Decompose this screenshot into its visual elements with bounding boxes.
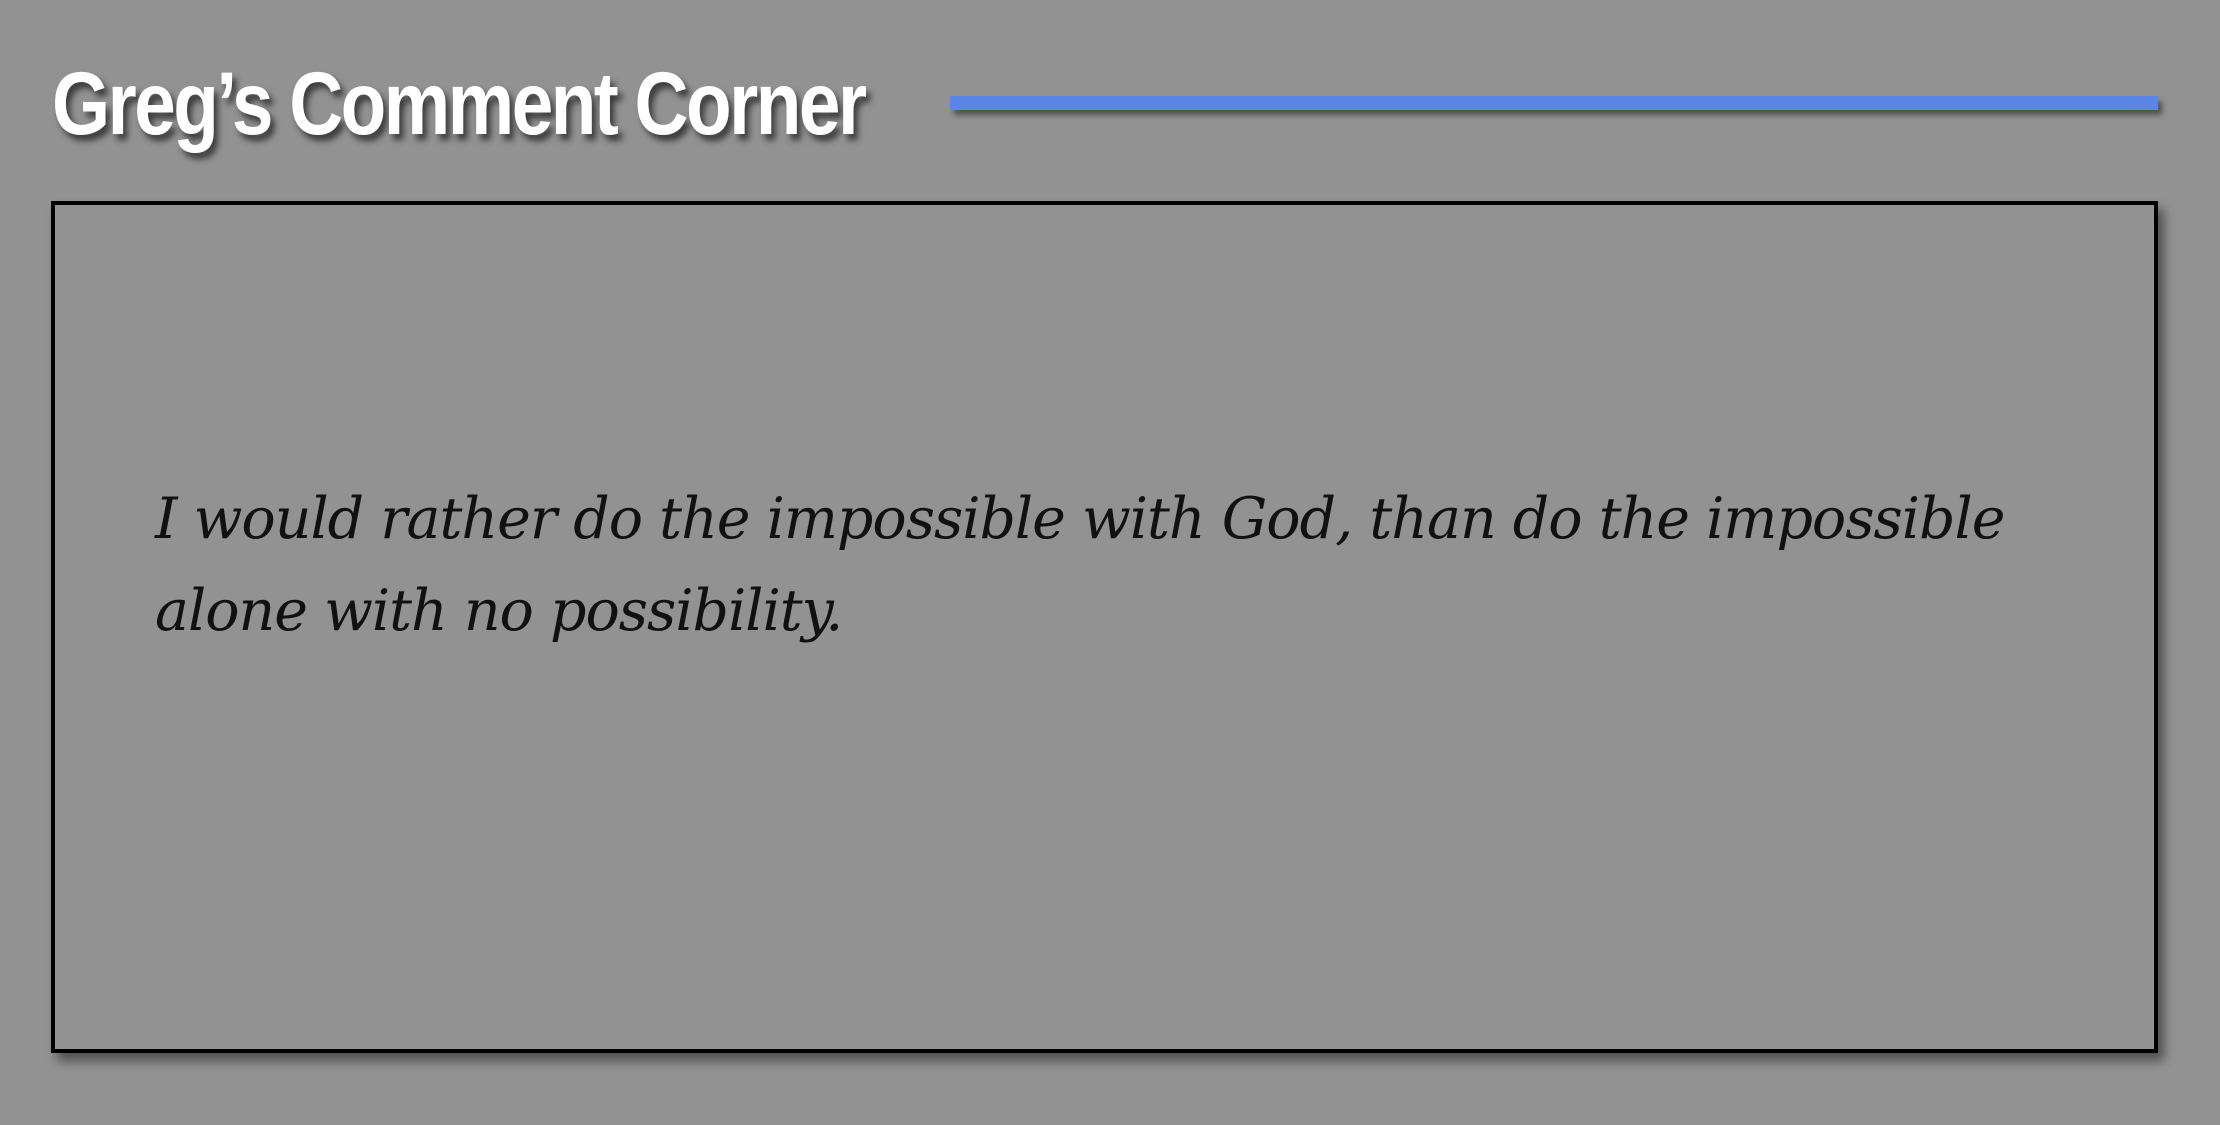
slide: Greg’s Comment Corner I would rather do …: [0, 0, 2220, 1125]
comment-quote: I would rather do the impossible with Go…: [155, 486, 2005, 644]
page-title: Greg’s Comment Corner: [52, 53, 867, 153]
comment-frame: I would rather do the impossible with Go…: [51, 201, 2158, 1053]
title-accent-rule: [950, 96, 2158, 110]
